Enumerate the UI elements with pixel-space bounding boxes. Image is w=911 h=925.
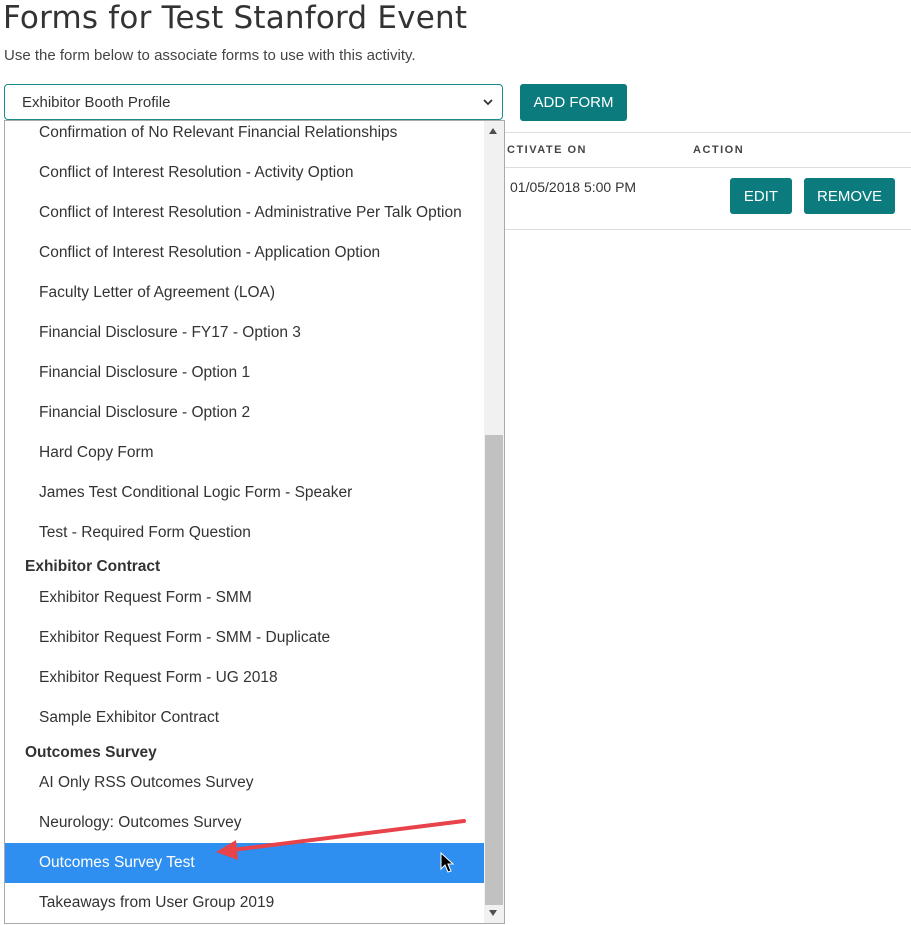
column-header-activate-on: CTIVATE ON <box>507 144 587 156</box>
dropdown-option[interactable]: Takeaways from User Group 2019 <box>5 883 484 923</box>
form-select-dropdown[interactable]: Confirmation of No Relevant Financial Re… <box>4 120 505 924</box>
dropdown-option[interactable]: Sample Exhibitor Contract <box>5 698 484 738</box>
activate-on-cell: 01/05/2018 5:00 PM <box>510 179 637 195</box>
dropdown-option[interactable]: Hard Copy Form <box>5 433 484 473</box>
column-header-action: ACTION <box>693 144 745 156</box>
edit-button[interactable]: EDIT <box>730 178 792 214</box>
option-group-outcomes-survey: Outcomes Survey <box>25 744 157 761</box>
dropdown-option[interactable]: Exhibitor Request Form - UG 2018 <box>5 658 484 698</box>
dropdown-option[interactable]: Confirmation of No Relevant Financial Re… <box>5 121 484 153</box>
dropdown-option[interactable]: Neurology: Outcomes Survey <box>5 803 484 843</box>
dropdown-option[interactable]: Exhibitor Request Form - SMM <box>5 578 484 618</box>
page-title: Forms for Test Stanford Event <box>3 0 468 36</box>
dropdown-option[interactable]: Exhibitor Request Form - SMM - Duplicate <box>5 618 484 658</box>
scroll-down-icon[interactable] <box>489 910 497 916</box>
dropdown-option[interactable]: Conflict of Interest Resolution - Applic… <box>5 233 484 273</box>
form-select-value: Exhibitor Booth Profile <box>22 94 171 111</box>
chevron-down-icon <box>483 99 493 106</box>
dropdown-option[interactable]: Financial Disclosure - Option 1 <box>5 353 484 393</box>
page-subtitle: Use the form below to associate forms to… <box>4 47 416 64</box>
remove-button[interactable]: REMOVE <box>804 178 895 214</box>
dropdown-option[interactable]: Financial Disclosure - FY17 - Option 3 <box>5 313 484 353</box>
dropdown-option[interactable]: Conflict of Interest Resolution - Admini… <box>5 193 484 233</box>
dropdown-option[interactable]: Test - Required Form Question <box>5 513 484 553</box>
scroll-up-icon[interactable] <box>489 128 497 134</box>
dropdown-scrollbar-thumb[interactable] <box>485 435 503 905</box>
dropdown-option[interactable]: Faculty Letter of Agreement (LOA) <box>5 273 484 313</box>
option-group-exhibitor-contract: Exhibitor Contract <box>25 558 161 575</box>
dropdown-option[interactable]: Conflict of Interest Resolution - Activi… <box>5 153 484 193</box>
dropdown-option[interactable]: Financial Disclosure - Option 2 <box>5 393 484 433</box>
add-form-button[interactable]: ADD FORM <box>520 84 627 121</box>
form-select[interactable]: Exhibitor Booth Profile <box>4 84 503 120</box>
dropdown-option[interactable]: James Test Conditional Logic Form - Spea… <box>5 473 484 513</box>
dropdown-option-highlighted[interactable]: Outcomes Survey Test <box>5 843 484 883</box>
dropdown-option[interactable]: AI Only RSS Outcomes Survey <box>5 763 484 803</box>
